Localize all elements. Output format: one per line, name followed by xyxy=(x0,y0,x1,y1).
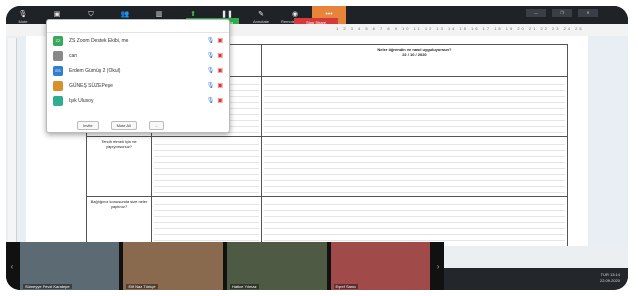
more-options-button[interactable]: ... xyxy=(148,120,165,130)
table-cell xyxy=(260,76,569,137)
video-tile-name: Hatice Yılmaz xyxy=(230,284,259,289)
video-camera-icon[interactable]: ▣ xyxy=(217,37,223,44)
language-indicator[interactable]: TUR xyxy=(601,272,609,277)
video-off-icon[interactable]: ▣ xyxy=(217,67,223,74)
video-tile[interactable]: Hatice Yılmaz xyxy=(227,242,327,290)
microphone-icon[interactable]: 🎙 xyxy=(207,97,215,104)
participant-name: ZS Zoom Destek Ekibi, me xyxy=(69,37,129,44)
avatar xyxy=(53,50,63,61)
bar-chart-icon: ▥ xyxy=(155,11,163,18)
microphone-icon[interactable]: 🎙 xyxy=(207,82,215,89)
system-tray: TUR 13:14 22.09.2020 xyxy=(600,272,620,284)
video-off-icon[interactable]: ▣ xyxy=(217,52,223,59)
clock-time[interactable]: 13:14 xyxy=(610,272,620,277)
video-camera-icon: ▣ xyxy=(53,11,61,18)
window-minimize-button[interactable]: — xyxy=(526,9,546,17)
row-label-2: Tercih etmek için ne yapıyorsunuz? xyxy=(86,136,152,197)
windows-taskbar: TUR 13:14 22.09.2020 xyxy=(444,268,628,290)
participant-row[interactable]: ZZ ZS Zoom Destek Ekibi, me 🎙 ▣ xyxy=(47,33,229,48)
clock-date[interactable]: 22.09.2020 xyxy=(600,278,620,284)
participant-name: Işık Ulusoy xyxy=(69,97,94,104)
participants-panel: ZZ ZS Zoom Destek Ekibi, me 🎙 ▣ can 🎙 ▣ ES… xyxy=(46,19,230,133)
participant-name: GÜNEŞ SÜZEPeşe xyxy=(69,82,113,89)
window-close-button[interactable]: ✕ xyxy=(578,9,598,17)
screen-frame: 🎙Mute ▣Stop Video ⛉Security 👥Participant… xyxy=(6,6,628,290)
avatar: ZZ xyxy=(53,35,63,46)
microphone-icon[interactable]: 🎙 xyxy=(207,37,215,44)
vertical-ruler xyxy=(8,38,17,243)
mute-button[interactable]: 🎙 Mute xyxy=(6,6,40,24)
chevron-left-icon[interactable]: ‹ xyxy=(6,262,18,271)
participant-row[interactable]: ES Erdem Gümüş 2 (Okul) 🎙 ▣ xyxy=(47,63,229,78)
participants-footer: Invite Mute All ... xyxy=(47,118,229,132)
word-status-bar xyxy=(444,246,628,268)
participant-row[interactable]: Işık Ulusoy 🎙 ▣ xyxy=(47,93,229,108)
participant-name: Erdem Gümüş 2 (Okul) xyxy=(69,67,121,74)
video-strip: ‹ Sümeyye Fevzi Karatepe Elif Naz Türkçe… xyxy=(6,242,444,290)
table-cell xyxy=(151,136,262,197)
avatar xyxy=(53,80,63,91)
annotate-button[interactable]: ✎ Annotate xyxy=(244,6,278,24)
horizontal-ruler: 1 2 3 4 5 6 7 8 9 10 11 12 13 14 15 16 1… xyxy=(336,26,586,31)
invite-button[interactable]: Invite xyxy=(77,120,99,130)
video-tile[interactable]: Sümeyye Fevzi Karatepe xyxy=(19,242,120,290)
window-restore-button[interactable]: ❐ xyxy=(552,9,572,17)
video-tile[interactable]: Elif Naz Türkçe xyxy=(123,242,223,290)
table-header-right: Neler öğrendin ve nasıl uyguluyorsun? 22 … xyxy=(260,44,569,77)
pencil-icon: ✎ xyxy=(258,11,264,18)
table-cell xyxy=(260,136,569,197)
people-icon: 👥 xyxy=(120,11,130,18)
chevron-right-icon[interactable]: › xyxy=(432,262,444,271)
avatar xyxy=(53,95,63,106)
video-off-icon[interactable]: ▣ xyxy=(217,97,223,104)
shield-icon: ⛉ xyxy=(88,11,94,18)
avatar: ES xyxy=(53,65,63,76)
microphone-icon[interactable]: 🎙 xyxy=(207,67,215,74)
mute-all-button[interactable]: Mute All xyxy=(110,120,137,130)
video-tile-name: Eşref Sancı xyxy=(333,284,359,289)
video-tile-name: Sümeyye Fevzi Karatepe xyxy=(22,284,72,289)
microphone-icon[interactable]: 🎙 xyxy=(207,52,215,59)
participant-name: can xyxy=(69,52,78,59)
participant-row[interactable]: can 🎙 ▣ xyxy=(47,48,229,63)
participants-panel-title xyxy=(47,20,229,33)
video-tile-name: Elif Naz Türkçe xyxy=(126,284,158,289)
video-off-icon[interactable]: ▣ xyxy=(217,82,223,89)
participant-row[interactable]: GÜNEŞ SÜZEPeşe 🎙 ▣ xyxy=(47,78,229,93)
microphone-icon: 🎙 xyxy=(18,11,28,18)
video-tile[interactable]: Eşref Sancı xyxy=(330,242,431,290)
